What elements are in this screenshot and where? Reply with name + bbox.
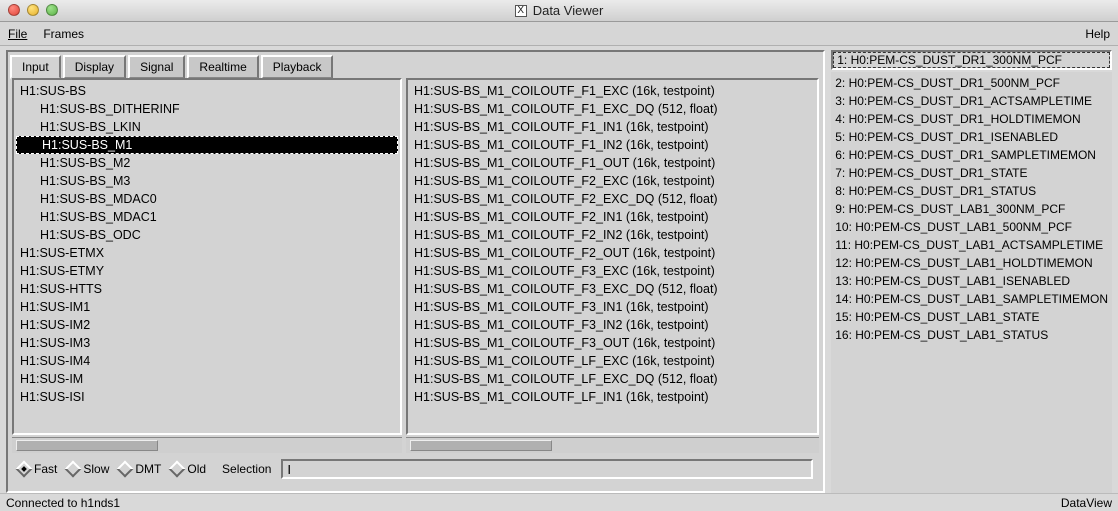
right-panel: 1: H0:PEM-CS_DUST_DR1_300NM_PCF 2: H0:PE… [831, 50, 1112, 493]
list-item[interactable]: H1:SUS-BS_M1_COILOUTF_F1_EXC (16k, testp… [408, 82, 817, 100]
diamond-icon [117, 461, 134, 478]
radio-slow[interactable]: Slow [67, 462, 109, 476]
list-item[interactable]: H1:SUS-BS_M1_COILOUTF_F2_EXC (16k, testp… [408, 172, 817, 190]
radio-label: DMT [135, 462, 161, 476]
radio-dmt[interactable]: DMT [119, 462, 161, 476]
list-item[interactable]: H1:SUS-BS_M1_COILOUTF_F3_OUT (16k, testp… [408, 334, 817, 352]
zoom-icon[interactable] [46, 4, 58, 16]
list-item[interactable]: 14: H0:PEM-CS_DUST_LAB1_SAMPLETIMEMON [835, 290, 1108, 308]
list-item[interactable]: H1:SUS-BS_MDAC1 [14, 208, 400, 226]
list-item[interactable]: H1:SUS-IM [14, 370, 400, 388]
tab-playback[interactable]: Playback [261, 55, 334, 79]
horizontal-scrollbar[interactable] [12, 437, 402, 453]
list-item[interactable]: H1:SUS-BS_LKIN [14, 118, 400, 136]
statusbar: Connected to h1nds1 DataView [0, 493, 1118, 511]
list-item[interactable]: 3: H0:PEM-CS_DUST_DR1_ACTSAMPLETIME [835, 92, 1108, 110]
list-item[interactable]: H1:SUS-BS_M1_COILOUTF_LF_EXC (16k, testp… [408, 352, 817, 370]
list-item[interactable]: 6: H0:PEM-CS_DUST_DR1_SAMPLETIMEMON [835, 146, 1108, 164]
list-item[interactable]: 11: H0:PEM-CS_DUST_LAB1_ACTSAMPLETIME [835, 236, 1108, 254]
list-item[interactable]: H1:SUS-HTTS [14, 280, 400, 298]
channel-queue-list[interactable]: 2: H0:PEM-CS_DUST_DR1_500NM_PCF3: H0:PEM… [831, 72, 1112, 493]
close-icon[interactable] [8, 4, 20, 16]
tab-input[interactable]: Input [10, 55, 61, 79]
radio-old[interactable]: Old [171, 462, 206, 476]
list-item[interactable]: H1:SUS-BS_MDAC0 [14, 190, 400, 208]
selected-channel-field[interactable]: 1: H0:PEM-CS_DUST_DR1_300NM_PCF [831, 50, 1112, 70]
window-title-text: Data Viewer [533, 3, 604, 18]
app-window: X Data Viewer File Frames Help InputDisp… [0, 0, 1118, 511]
list-item[interactable]: H1:SUS-ISI [14, 388, 400, 406]
selection-label: Selection [222, 462, 271, 476]
list-item[interactable]: 10: H0:PEM-CS_DUST_LAB1_500NM_PCF [835, 218, 1108, 236]
list-item[interactable]: H1:SUS-BS_M1_COILOUTF_F2_IN1 (16k, testp… [408, 208, 817, 226]
radio-fast[interactable]: Fast [18, 462, 57, 476]
menu-help[interactable]: Help [1085, 27, 1110, 41]
list-item[interactable]: H1:SUS-BS_M1_COILOUTF_F1_OUT (16k, testp… [408, 154, 817, 172]
radio-label: Old [187, 462, 206, 476]
list-item[interactable]: 2: H0:PEM-CS_DUST_DR1_500NM_PCF [835, 74, 1108, 92]
status-left: Connected to h1nds1 [6, 496, 120, 510]
list-item[interactable]: H1:SUS-BS_M1_COILOUTF_F1_EXC_DQ (512, fl… [408, 100, 817, 118]
list-item[interactable]: 9: H0:PEM-CS_DUST_LAB1_300NM_PCF [835, 200, 1108, 218]
list-item[interactable]: H1:SUS-ETMY [14, 262, 400, 280]
list-item[interactable]: H1:SUS-IM2 [14, 316, 400, 334]
list-item[interactable]: H1:SUS-BS_M1_COILOUTF_F2_IN2 (16k, testp… [408, 226, 817, 244]
list-item[interactable]: H1:SUS-BS_M1_COILOUTF_F3_IN1 (16k, testp… [408, 298, 817, 316]
window-controls [8, 4, 58, 16]
list-item[interactable]: H1:SUS-BS_M1 [16, 136, 398, 154]
list-item[interactable]: H1:SUS-BS_M1_COILOUTF_F3_EXC (16k, testp… [408, 262, 817, 280]
tree-listbox[interactable]: H1:SUS-BSH1:SUS-BS_DITHERINFH1:SUS-BS_LK… [12, 78, 402, 435]
tab-realtime[interactable]: Realtime [187, 55, 258, 79]
list-item[interactable]: H1:SUS-BS_M1_COILOUTF_F2_EXC_DQ (512, fl… [408, 190, 817, 208]
diamond-icon [169, 461, 186, 478]
content-area: InputDisplaySignalRealtimePlayback H1:SU… [0, 46, 1118, 493]
titlebar: X Data Viewer [0, 0, 1118, 22]
diamond-icon [65, 461, 82, 478]
left-panel: InputDisplaySignalRealtimePlayback H1:SU… [6, 50, 825, 493]
list-item[interactable]: 4: H0:PEM-CS_DUST_DR1_HOLDTIMEMON [835, 110, 1108, 128]
list-item[interactable]: H1:SUS-BS_M1_COILOUTF_F3_EXC_DQ (512, fl… [408, 280, 817, 298]
minimize-icon[interactable] [27, 4, 39, 16]
menu-frames[interactable]: Frames [43, 27, 84, 41]
tab-signal[interactable]: Signal [128, 55, 185, 79]
status-right: DataView [1061, 496, 1112, 510]
list-item[interactable]: 5: H0:PEM-CS_DUST_DR1_ISENABLED [835, 128, 1108, 146]
list-item[interactable]: 15: H0:PEM-CS_DUST_LAB1_STATE [835, 308, 1108, 326]
list-item[interactable]: H1:SUS-BS_M1_COILOUTF_F2_OUT (16k, testp… [408, 244, 817, 262]
list-item[interactable]: 12: H0:PEM-CS_DUST_LAB1_HOLDTIMEMON [835, 254, 1108, 272]
list-item[interactable]: H1:SUS-IM3 [14, 334, 400, 352]
selection-input[interactable] [281, 459, 813, 479]
tab-display[interactable]: Display [63, 55, 126, 79]
list-item[interactable]: H1:SUS-BS_ODC [14, 226, 400, 244]
list-item[interactable]: H1:SUS-IM4 [14, 352, 400, 370]
list-item[interactable]: H1:SUS-BS_M1_COILOUTF_LF_EXC_DQ (512, fl… [408, 370, 817, 388]
list-item[interactable]: H1:SUS-BS_M1_COILOUTF_LF_IN1 (16k, testp… [408, 388, 817, 406]
list-item[interactable]: 13: H0:PEM-CS_DUST_LAB1_ISENABLED [835, 272, 1108, 290]
list-item[interactable]: 8: H0:PEM-CS_DUST_DR1_STATUS [835, 182, 1108, 200]
window-title: X Data Viewer [515, 3, 604, 18]
options-row: Fast Slow DMT Old Selection [12, 453, 819, 487]
list-item[interactable]: H1:SUS-BS_M1_COILOUTF_F1_IN1 (16k, testp… [408, 118, 817, 136]
menubar: File Frames Help [0, 22, 1118, 46]
list-item[interactable]: H1:SUS-IM1 [14, 298, 400, 316]
x11-icon: X [515, 5, 527, 17]
menu-file[interactable]: File [8, 27, 27, 41]
list-item[interactable]: H1:SUS-ETMX [14, 244, 400, 262]
list-item[interactable]: 16: H0:PEM-CS_DUST_LAB1_STATUS [835, 326, 1108, 344]
diamond-icon [16, 461, 33, 478]
radio-label: Slow [83, 462, 109, 476]
list-item[interactable]: 7: H0:PEM-CS_DUST_DR1_STATE [835, 164, 1108, 182]
tab-strip: InputDisplaySignalRealtimePlayback [8, 52, 823, 78]
radio-label: Fast [34, 462, 57, 476]
input-tab-body: H1:SUS-BSH1:SUS-BS_DITHERINFH1:SUS-BS_LK… [12, 78, 819, 487]
list-item[interactable]: H1:SUS-BS_M1_COILOUTF_F3_IN2 (16k, testp… [408, 316, 817, 334]
list-item[interactable]: H1:SUS-BS [14, 82, 400, 100]
list-item[interactable]: H1:SUS-BS_M2 [14, 154, 400, 172]
channel-listbox[interactable]: H1:SUS-BS_M1_COILOUTF_F1_EXC (16k, testp… [406, 78, 819, 435]
list-item[interactable]: H1:SUS-BS_M1_COILOUTF_F1_IN2 (16k, testp… [408, 136, 817, 154]
horizontal-scrollbar[interactable] [406, 437, 819, 453]
list-item[interactable]: H1:SUS-BS_M3 [14, 172, 400, 190]
list-item[interactable]: H1:SUS-BS_DITHERINF [14, 100, 400, 118]
